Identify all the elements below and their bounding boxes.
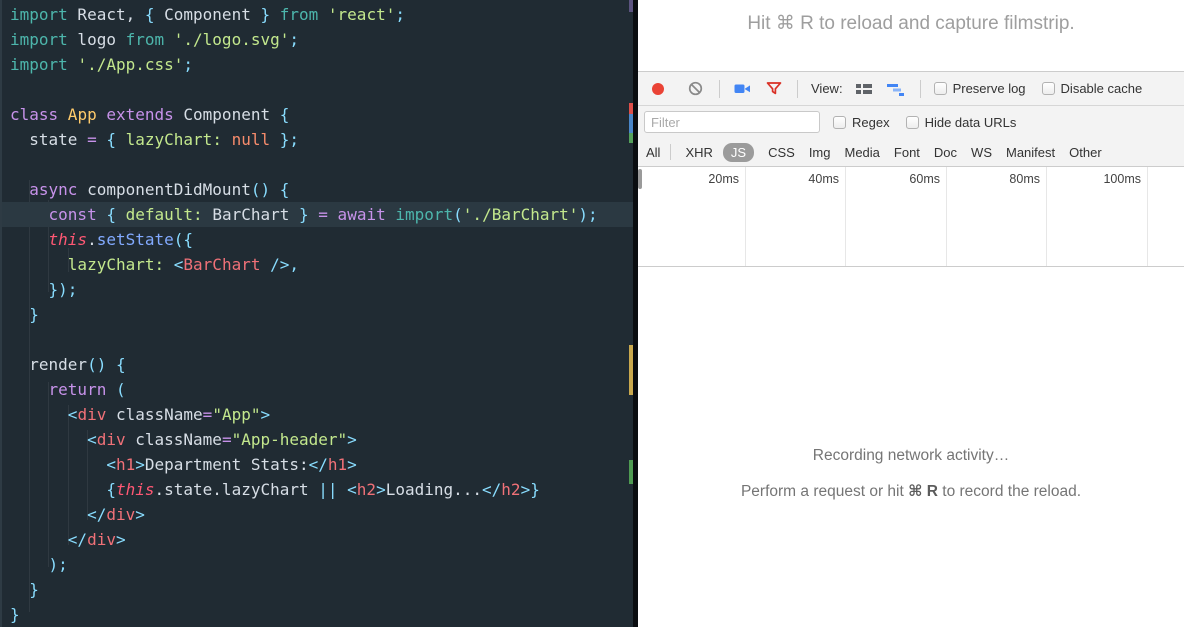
timeline-gridline	[845, 167, 846, 266]
disable-cache-checkbox[interactable]	[1042, 82, 1055, 95]
tab-manifest[interactable]: Manifest	[1006, 145, 1055, 160]
code-line: <div className="App-header">	[2, 427, 633, 452]
tab-doc[interactable]: Doc	[934, 145, 957, 160]
code-line: }	[2, 577, 633, 602]
waterfall-view-icon	[887, 82, 905, 96]
code-line: async componentDidMount() {	[2, 177, 633, 202]
instruction-shortcut: ⌘ R	[908, 483, 938, 500]
timeline-gridline	[745, 167, 746, 266]
code-line: return (	[2, 377, 633, 402]
tab-js[interactable]: JS	[723, 143, 754, 162]
capture-screenshots-icon	[734, 82, 751, 95]
record-icon	[651, 82, 665, 96]
overview-ruler-mark	[629, 0, 633, 12]
recording-status-text: Recording network activity…	[638, 447, 1184, 465]
code-line: render() {	[2, 352, 633, 377]
code-line	[2, 152, 633, 177]
overview-ruler-mark	[629, 460, 633, 484]
resource-type-tabs: All XHR JS CSS Img Media Font Doc WS Manifest Othe…	[638, 138, 1184, 167]
code-editor[interactable]: import React, { Component } from 'react'…	[0, 0, 633, 627]
tab-separator	[670, 144, 671, 160]
scroll-indicator	[638, 169, 642, 189]
code-line: {this.state.lazyChart || <h2>Loading...<…	[2, 477, 633, 502]
toolbar-separator	[719, 80, 720, 98]
code-line: </div>	[2, 502, 633, 527]
filter-input[interactable]	[644, 111, 820, 133]
timeline-gridline	[1046, 167, 1047, 266]
timeline-header[interactable]: 20ms 40ms 60ms 80ms 100ms	[638, 167, 1184, 267]
regex-checkbox[interactable]	[833, 116, 846, 129]
network-toolbar: View: Preserve log Disable cache	[638, 72, 1184, 106]
record-button[interactable]	[651, 82, 665, 96]
code-line: <div className="App">	[2, 402, 633, 427]
hide-data-urls-checkbox[interactable]	[906, 116, 919, 129]
instruction-post: to record the reload.	[938, 483, 1081, 500]
filter-row: Regex Hide data URLs	[638, 106, 1184, 138]
view-label: View:	[811, 81, 843, 96]
timeline-gridline	[1147, 167, 1148, 266]
reload-instruction-text: Perform a request or hit ⌘ R to record t…	[638, 482, 1184, 501]
tab-font[interactable]: Font	[894, 145, 920, 160]
toolbar-separator	[920, 80, 921, 98]
overview-ruler-mark	[629, 133, 633, 143]
split-view: import React, { Component } from 'react'…	[0, 0, 1184, 627]
code-line: });	[2, 277, 633, 302]
disable-cache-label: Disable cache	[1061, 81, 1143, 96]
filter-icon	[766, 81, 782, 96]
waterfall-view-button[interactable]	[887, 82, 905, 96]
preserve-log-checkbox[interactable]	[934, 82, 947, 95]
overview-ruler-mark	[629, 345, 633, 395]
filmstrip-hint: Hit ⌘ R to reload and capture filmstrip.	[638, 0, 1184, 72]
devtools-network-panel: Hit ⌘ R to reload and capture filmstrip.	[638, 0, 1184, 627]
list-view-button[interactable]	[855, 82, 873, 96]
code-line: <h1>Department Stats:</h1>	[2, 452, 633, 477]
instruction-pre: Perform a request or hit	[741, 483, 908, 500]
code-line: );	[2, 552, 633, 577]
timeline-tick-label: 100ms	[1081, 172, 1141, 186]
timeline-gridline	[946, 167, 947, 266]
timeline-tick-label: 80ms	[980, 172, 1040, 186]
code-line: lazyChart: <BarChart />,	[2, 252, 633, 277]
tab-all[interactable]: All	[646, 145, 660, 160]
code-line	[2, 327, 633, 352]
overview-ruler-mark	[629, 114, 633, 133]
timeline-tick-label: 40ms	[779, 172, 839, 186]
capture-screenshots-button[interactable]	[734, 82, 751, 95]
code-line: import './App.css';	[2, 52, 633, 77]
code-line: }	[2, 602, 633, 627]
tab-ws[interactable]: WS	[971, 145, 992, 160]
list-view-icon	[855, 82, 873, 96]
filter-button[interactable]	[766, 81, 782, 96]
clear-button[interactable]	[688, 81, 703, 96]
tab-media[interactable]: Media	[844, 145, 879, 160]
code-line: const { default: BarChart } = await impo…	[2, 202, 633, 227]
code-line: </div>	[2, 527, 633, 552]
code-line: state = { lazyChart: null };	[2, 127, 633, 152]
code-line: import React, { Component } from 'react'…	[2, 2, 633, 27]
code-line: class App extends Component {	[2, 102, 633, 127]
code-line	[2, 77, 633, 102]
regex-label: Regex	[852, 115, 890, 130]
code-line: import logo from './logo.svg';	[2, 27, 633, 52]
toolbar-separator	[797, 80, 798, 98]
code-line: this.setState({	[2, 227, 633, 252]
preserve-log-label: Preserve log	[953, 81, 1026, 96]
code-line: }	[2, 302, 633, 327]
network-empty-state: Recording network activity… Perform a re…	[638, 267, 1184, 627]
code-area[interactable]: import React, { Component } from 'react'…	[2, 0, 633, 627]
overview-ruler-mark	[629, 103, 633, 114]
clear-icon	[688, 81, 703, 96]
tab-css[interactable]: CSS	[768, 145, 795, 160]
timeline-tick-label: 60ms	[880, 172, 940, 186]
tab-img[interactable]: Img	[809, 145, 831, 160]
tab-other[interactable]: Other	[1069, 145, 1102, 160]
timeline-tick-label: 20ms	[679, 172, 739, 186]
hide-data-urls-label: Hide data URLs	[925, 115, 1017, 130]
tab-xhr[interactable]: XHR	[685, 145, 712, 160]
